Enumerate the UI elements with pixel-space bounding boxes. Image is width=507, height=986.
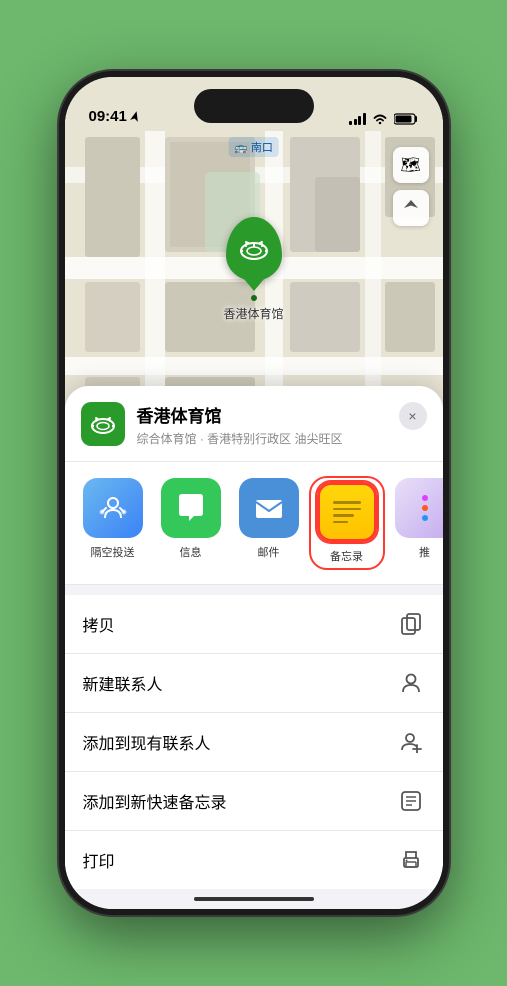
printer-svg-icon	[400, 849, 422, 871]
messages-icon	[174, 491, 208, 525]
home-indicator	[194, 897, 314, 901]
add-existing-label: 添加到现有联系人	[83, 730, 211, 754]
add-existing-action[interactable]: 添加到现有联系人	[65, 713, 443, 772]
add-notes-action[interactable]: 添加到新快速备忘录	[65, 772, 443, 831]
venue-map-label: 香港体育馆	[223, 305, 283, 322]
copy-svg-icon	[400, 613, 422, 635]
venue-name: 香港体育馆	[137, 402, 387, 427]
map-view-toggle-button[interactable]: 🗺	[393, 147, 429, 183]
venue-header: 香港体育馆 综合体育馆 · 香港特别行政区 油尖旺区 ×	[65, 386, 443, 462]
add-existing-icon	[397, 728, 425, 756]
messages-icon-wrap	[161, 478, 221, 538]
venue-info: 香港体育馆 综合体育馆 · 香港特别行政区 油尖旺区	[137, 402, 387, 447]
more-dots-icon	[422, 495, 428, 521]
location-button[interactable]	[393, 190, 429, 226]
notes-lines-icon	[333, 501, 361, 523]
share-item-messages[interactable]: 信息	[155, 478, 227, 568]
share-item-airdrop[interactable]: 隔空投送	[77, 478, 149, 568]
new-contact-action[interactable]: 新建联系人	[65, 654, 443, 713]
location-arrow-icon	[402, 199, 420, 217]
map-controls[interactable]: 🗺	[393, 147, 429, 226]
status-time: 09:41	[89, 108, 140, 125]
person-svg-icon	[400, 672, 422, 694]
stadium-icon	[237, 233, 269, 265]
airdrop-label: 隔空投送	[91, 544, 135, 560]
bottom-sheet: 香港体育馆 综合体育馆 · 香港特别行政区 油尖旺区 ×	[65, 386, 443, 909]
notes-icon-wrap	[317, 482, 377, 542]
status-icons	[349, 113, 419, 125]
share-item-more[interactable]: 推	[389, 478, 443, 568]
map-icon: 🗺	[400, 155, 420, 175]
mail-icon	[252, 491, 286, 525]
airdrop-icon-wrap	[83, 478, 143, 538]
add-notes-label: 添加到新快速备忘录	[83, 789, 227, 813]
add-notes-icon	[397, 787, 425, 815]
copy-action[interactable]: 拷贝	[65, 595, 443, 654]
mail-label: 邮件	[258, 544, 280, 560]
venue-marker: 香港体育馆	[223, 217, 283, 322]
bus-icon: 🚌	[234, 141, 248, 154]
more-label: 推	[419, 544, 430, 560]
share-item-mail[interactable]: 邮件	[233, 478, 305, 568]
phone-frame: 09:41	[59, 71, 449, 915]
copy-label: 拷贝	[83, 612, 115, 636]
marker-dot	[250, 295, 256, 301]
battery-icon	[394, 113, 419, 125]
airdrop-icon	[97, 492, 129, 524]
print-icon	[397, 846, 425, 874]
new-contact-icon	[397, 669, 425, 697]
share-actions-row: 隔空投送 信息	[65, 462, 443, 585]
close-button[interactable]: ×	[399, 402, 427, 430]
print-action[interactable]: 打印	[65, 831, 443, 889]
print-label: 打印	[83, 848, 115, 872]
messages-label: 信息	[180, 544, 202, 560]
phone-screen: 09:41	[65, 77, 443, 909]
venue-subtitle: 综合体育馆 · 香港特别行政区 油尖旺区	[137, 430, 387, 447]
location-arrow-icon	[130, 111, 140, 123]
venue-logo	[81, 402, 125, 446]
new-contact-label: 新建联系人	[83, 671, 163, 695]
action-list: 拷贝 新建联系人	[65, 595, 443, 889]
more-icon-wrap	[395, 478, 443, 538]
wifi-icon	[372, 113, 388, 125]
copy-icon	[397, 610, 425, 638]
dynamic-island	[194, 89, 314, 123]
map-label: 🚌 南口	[228, 137, 279, 157]
notes-label: 备忘录	[330, 548, 363, 564]
venue-logo-icon	[89, 410, 117, 438]
share-item-notes[interactable]: 备忘录	[311, 478, 383, 568]
notes-alt-svg-icon	[400, 790, 422, 812]
signal-bars-icon	[349, 113, 366, 125]
mail-icon-wrap	[239, 478, 299, 538]
marker-pin	[225, 217, 281, 281]
person-add-svg-icon	[400, 731, 422, 753]
